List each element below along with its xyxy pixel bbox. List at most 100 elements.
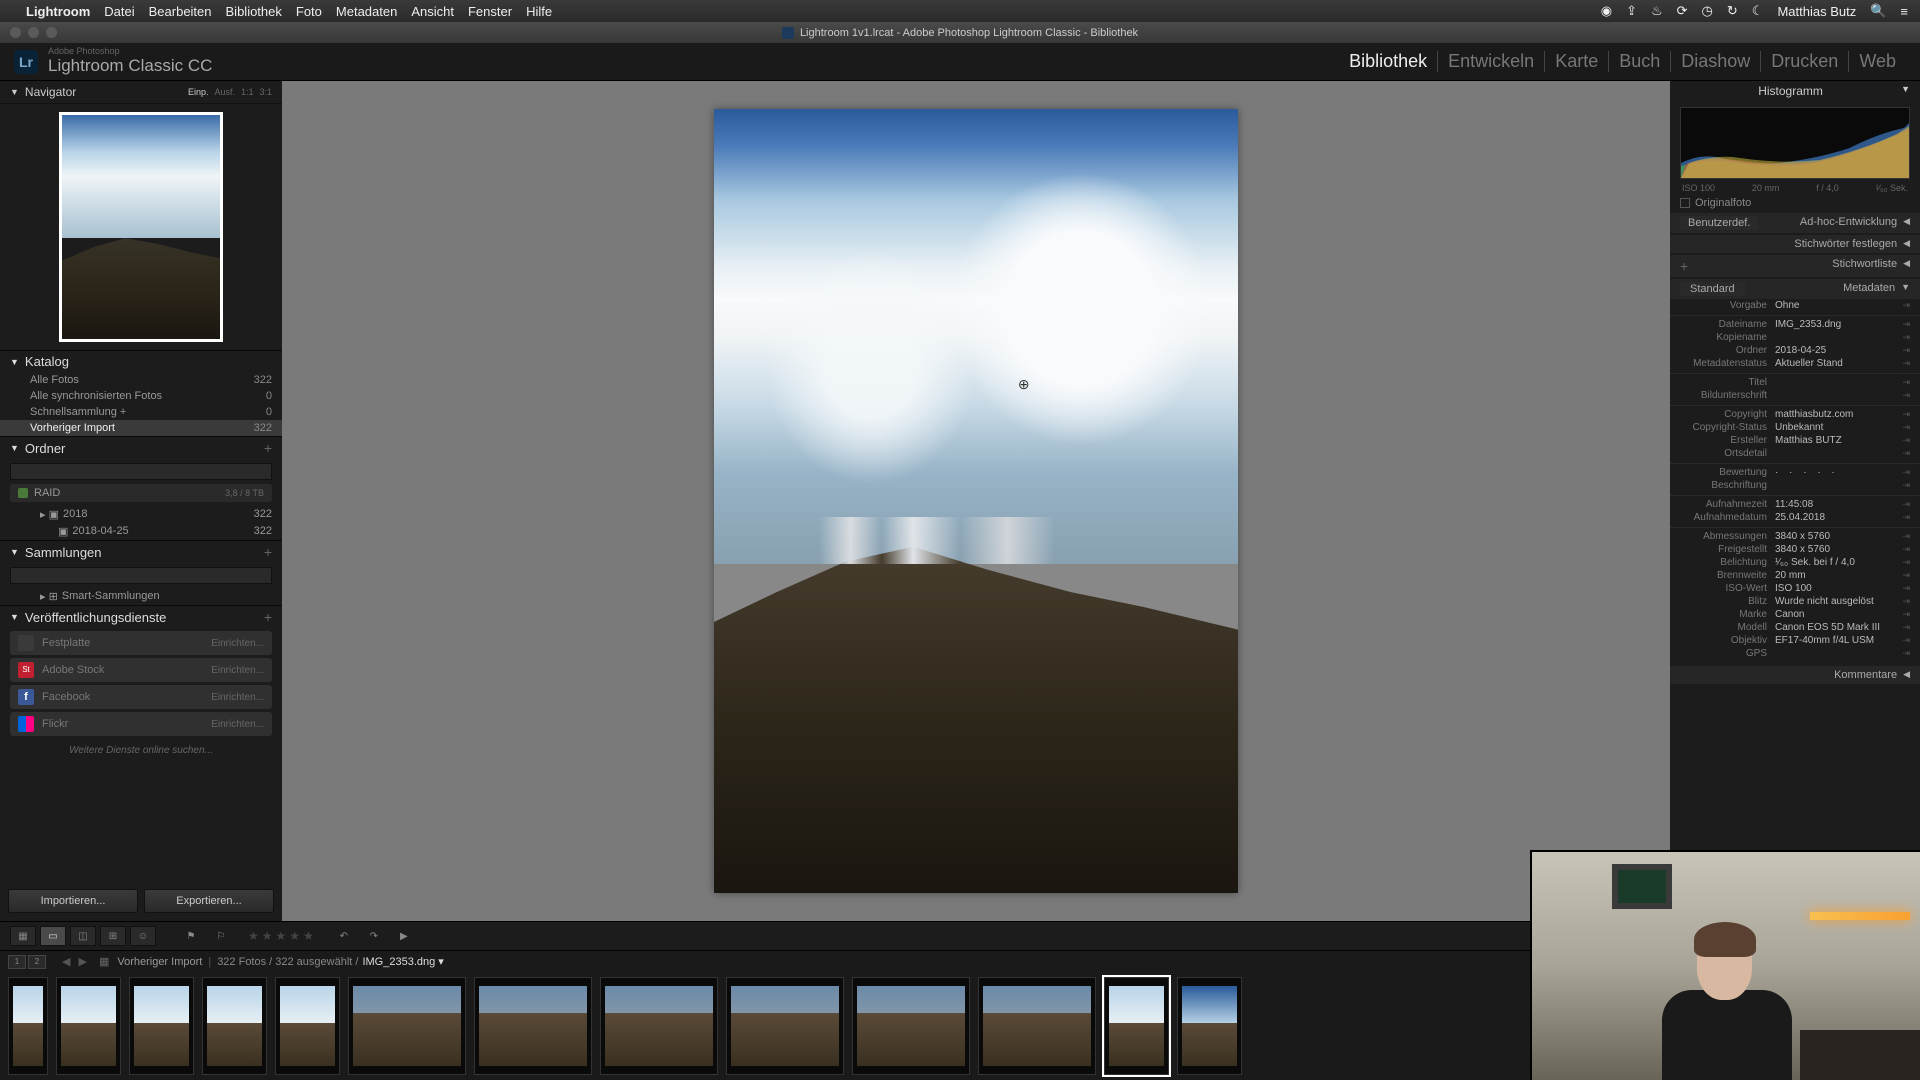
status-do-not-disturb-icon[interactable]: ☾ xyxy=(1752,3,1764,19)
metadata-row[interactable]: ErstellerMatthias BUTZ⇥ xyxy=(1670,434,1920,447)
thumbnail[interactable] xyxy=(275,977,340,1075)
metadata-row[interactable]: Aufnahmedatum25.04.2018⇥ xyxy=(1670,511,1920,524)
status-backup-icon[interactable]: ↻ xyxy=(1727,3,1738,19)
rating-stars[interactable]: ★★★★★ xyxy=(248,929,317,943)
thumbnail[interactable] xyxy=(474,977,592,1075)
disclosure-triangle-icon[interactable]: ▼ xyxy=(10,87,19,97)
minimize-window-icon[interactable] xyxy=(28,27,39,38)
publish-flickr[interactable]: FlickrEinrichten... xyxy=(10,712,272,736)
import-button[interactable]: Importieren... xyxy=(8,889,138,913)
export-button[interactable]: Exportieren... xyxy=(144,889,274,913)
close-window-icon[interactable] xyxy=(10,27,21,38)
spotlight-icon[interactable]: 🔍 xyxy=(1870,3,1886,19)
find-more-services[interactable]: Weitere Dienste online suchen... xyxy=(0,739,282,762)
metadata-row[interactable]: Kopiename⇥ xyxy=(1670,331,1920,344)
metadata-row[interactable]: ModellCanon EOS 5D Mark III⇥ xyxy=(1670,621,1920,634)
menu-datei[interactable]: Datei xyxy=(104,4,134,19)
rotate-ccw-icon[interactable]: ↶ xyxy=(331,926,357,946)
menu-fenster[interactable]: Fenster xyxy=(468,4,512,19)
nav-back-icon[interactable]: ◀ xyxy=(62,955,70,968)
rotate-cw-icon[interactable]: ↷ xyxy=(361,926,387,946)
thumbnail[interactable] xyxy=(202,977,267,1075)
publish-header[interactable]: ▼Veröffentlichungsdienste+ xyxy=(0,606,282,628)
metadata-row[interactable]: Belichtung¹⁄₆₀ Sek. bei f / 4,0⇥ xyxy=(1670,556,1920,569)
loupe-view[interactable]: ⊕ xyxy=(282,81,1670,921)
keywordlist-header[interactable]: +Stichwortliste◀ xyxy=(1670,255,1920,277)
metadata-row[interactable]: MarkeCanon⇥ xyxy=(1670,608,1920,621)
module-karte[interactable]: Karte xyxy=(1545,51,1609,72)
folder-2018[interactable]: ▸ ▣2018322 xyxy=(0,506,282,523)
metadata-row[interactable]: Freigestellt3840 x 5760⇥ xyxy=(1670,543,1920,556)
menu-ansicht[interactable]: Ansicht xyxy=(411,4,454,19)
status-time-icon[interactable]: ◷ xyxy=(1702,3,1713,19)
source-crumb[interactable]: Vorheriger Import xyxy=(117,956,202,968)
folders-header[interactable]: ▼Ordner+ xyxy=(0,437,282,459)
smart-collections[interactable]: ▸ ⊞Smart-Sammlungen xyxy=(0,588,282,605)
comments-header[interactable]: Kommentare◀ xyxy=(1670,666,1920,684)
loupe-view-button[interactable]: ▭ xyxy=(40,926,66,946)
metadata-header[interactable]: Standard Metadaten▼ xyxy=(1670,279,1920,299)
folder-filter-input[interactable] xyxy=(10,463,272,480)
quickdev-header[interactable]: Benutzerdef. Ad-hoc-Entwicklung◀ xyxy=(1670,213,1920,233)
thumbnail[interactable] xyxy=(978,977,1096,1075)
thumbnail[interactable] xyxy=(600,977,718,1075)
survey-view-button[interactable]: ⊞ xyxy=(100,926,126,946)
nav-1to1[interactable]: 1:1 xyxy=(241,87,254,97)
nav-fill[interactable]: Ausf. xyxy=(214,87,235,97)
status-user[interactable]: Matthias Butz xyxy=(1777,4,1856,19)
thumbnail[interactable] xyxy=(129,977,194,1075)
thumbnail[interactable] xyxy=(1177,977,1242,1075)
metadata-row[interactable]: Aufnahmezeit11:45:08⇥ xyxy=(1670,495,1920,511)
metadata-row[interactable]: BlitzWurde nicht ausgelöst⇥ xyxy=(1670,595,1920,608)
zoom-window-icon[interactable] xyxy=(46,27,57,38)
catalog-previous-import[interactable]: Vorheriger Import322 xyxy=(0,420,282,436)
metadata-row[interactable]: GPS⇥ xyxy=(1670,647,1920,660)
collection-filter-input[interactable] xyxy=(10,567,272,584)
module-web[interactable]: Web xyxy=(1849,51,1906,72)
second-window-button[interactable]: 2 xyxy=(28,955,46,969)
catalog-all-photos[interactable]: Alle Fotos322 xyxy=(0,372,282,388)
thumbnail[interactable] xyxy=(348,977,466,1075)
metadata-row[interactable]: Ortsdetail⇥ xyxy=(1670,447,1920,460)
catalog-header[interactable]: ▼Katalog xyxy=(0,351,282,372)
menu-hilfe[interactable]: Hilfe xyxy=(526,4,552,19)
menu-bearbeiten[interactable]: Bearbeiten xyxy=(149,4,212,19)
add-folder-icon[interactable]: + xyxy=(264,440,272,456)
thumbnail[interactable] xyxy=(56,977,121,1075)
catalog-synced[interactable]: Alle synchronisierten Fotos0 xyxy=(0,388,282,404)
metadata-row[interactable]: Beschriftung⇥ xyxy=(1670,479,1920,492)
publish-harddrive[interactable]: FestplatteEinrichten... xyxy=(10,631,272,655)
module-entwickeln[interactable]: Entwickeln xyxy=(1438,51,1545,72)
flag-reject-icon[interactable]: ⚐ xyxy=(208,926,234,946)
current-filename[interactable]: IMG_2353.dng ▾ xyxy=(362,955,443,968)
menu-foto[interactable]: Foto xyxy=(296,4,322,19)
folder-2018-04-25[interactable]: ▣2018-04-25322 xyxy=(0,523,282,540)
people-view-button[interactable]: ☺ xyxy=(130,926,156,946)
status-cc-icon[interactable]: ◉ xyxy=(1601,3,1612,19)
compare-view-button[interactable]: ◫ xyxy=(70,926,96,946)
module-bibliothek[interactable]: Bibliothek xyxy=(1339,51,1438,72)
original-photo-toggle[interactable]: Originalfoto xyxy=(1670,195,1920,211)
metadata-row[interactable]: Brennweite20 mm⇥ xyxy=(1670,569,1920,582)
navigator-preview[interactable] xyxy=(59,112,223,342)
catalog-quick[interactable]: Schnellsammlung +0 xyxy=(0,404,282,420)
publish-facebook[interactable]: fFacebookEinrichten... xyxy=(10,685,272,709)
nav-ratio[interactable]: 3:1 xyxy=(259,87,272,97)
metadata-row[interactable]: MetadatenstatusAktueller Stand⇥ xyxy=(1670,357,1920,370)
grid-view-button[interactable]: ▦ xyxy=(10,926,36,946)
volume-raid[interactable]: RAID3,8 / 8 TB xyxy=(10,484,272,502)
slideshow-icon[interactable]: ▶ xyxy=(391,926,417,946)
metadata-row[interactable]: Bewertung· · · · ·⇥ xyxy=(1670,463,1920,479)
module-buch[interactable]: Buch xyxy=(1609,51,1671,72)
add-publish-icon[interactable]: + xyxy=(264,609,272,625)
publish-adobestock[interactable]: StAdobe StockEinrichten... xyxy=(10,658,272,682)
menu-bibliothek[interactable]: Bibliothek xyxy=(226,4,282,19)
metadata-row[interactable]: ISO-WertISO 100⇥ xyxy=(1670,582,1920,595)
metadata-row[interactable]: Copyright-StatusUnbekannt⇥ xyxy=(1670,421,1920,434)
thumbnail[interactable] xyxy=(8,977,48,1075)
navigator-header[interactable]: ▼ Navigator Einp. Ausf. 1:1 3:1 xyxy=(0,81,282,104)
main-window-button[interactable]: 1 xyxy=(8,955,26,969)
collections-header[interactable]: ▼Sammlungen+ xyxy=(0,541,282,563)
metadata-row[interactable]: ObjektivEF17-40mm f/4L USM⇥ xyxy=(1670,634,1920,647)
status-dropbox-icon[interactable]: ⇪ xyxy=(1626,3,1637,19)
